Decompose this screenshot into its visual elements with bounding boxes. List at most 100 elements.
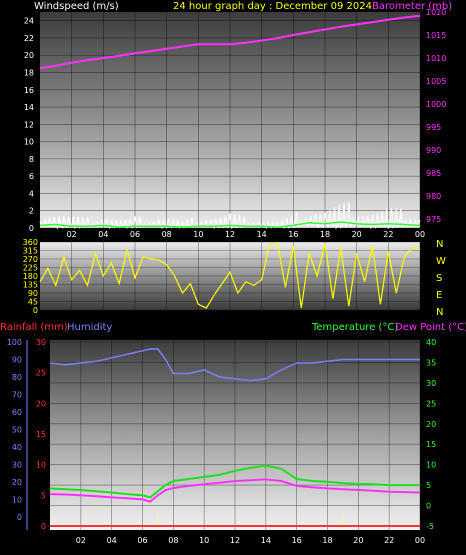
y-tick-label-direction: 0	[33, 306, 38, 315]
x-tick-label: 20	[352, 230, 362, 239]
x-tick-label: 20	[353, 536, 363, 545]
y-tick-label-rainfall: 25	[36, 369, 46, 378]
windspeed-axis: 024681012141618202224	[24, 17, 34, 233]
x-tick-label: 00	[415, 536, 425, 545]
x-tick-label: 00	[415, 230, 425, 239]
y-tick-label-direction: 135	[23, 281, 38, 290]
x-tick-label: 10	[193, 230, 203, 239]
y-tick-label-barometer: 1020	[426, 8, 446, 17]
weather-graph: Windspeed (m/s) 24 hour graph day : Dece…	[0, 1, 466, 545]
x-axis-ticks-top: 02 04 06 08 10 12 14 16 18 20 22 00	[67, 230, 426, 239]
y-tick-label-barometer: 1005	[426, 77, 446, 86]
y-tick-label-humidity: 60	[12, 408, 22, 417]
y-tick-label-barometer: 995	[426, 123, 441, 132]
y-tick-label-direction: 315	[23, 247, 38, 256]
x-tick-label: 22	[384, 536, 394, 545]
y-tick-label-humidity: 40	[12, 443, 22, 452]
humidity-axis-title: Humidity	[67, 322, 112, 333]
y-tick-label-direction: 225	[23, 264, 38, 273]
y-tick-label-humidity: 0	[17, 513, 22, 522]
x-tick-label: 14	[261, 536, 271, 545]
wind-barometer-panel: 024681012141618202224 975980985990995100…	[24, 8, 447, 233]
y-tick-label-barometer: 980	[426, 192, 441, 201]
x-tick-label: 04	[107, 536, 117, 545]
y-tick-label-windspeed: 16	[24, 86, 34, 95]
y-tick-label-barometer: 1010	[426, 54, 446, 63]
y-tick-label-temperature: 15	[426, 440, 436, 449]
compass-label-w: W	[436, 256, 446, 267]
y-tick-label-direction: 360	[23, 238, 38, 247]
y-tick-label-temperature: 0	[426, 502, 431, 511]
y-tick-label-windspeed: 4	[29, 189, 34, 198]
rainfall-axis: 0 5 10 15 20 25 30	[36, 338, 46, 531]
y-tick-label-windspeed: 18	[24, 68, 34, 77]
y-tick-label-windspeed: 10	[24, 138, 34, 147]
compass-label-n-top: N	[436, 239, 443, 250]
y-tick-label-direction: 45	[28, 298, 38, 307]
y-tick-label-temperature: 25	[426, 399, 436, 408]
y-tick-label-rainfall: 5	[41, 491, 46, 500]
y-tick-label-direction: 90	[28, 289, 38, 298]
y-tick-label-windspeed: 8	[29, 155, 34, 164]
x-tick-label: 18	[320, 230, 330, 239]
y-tick-label-windspeed: 6	[29, 172, 34, 181]
x-tick-label: 12	[225, 230, 235, 239]
y-tick-label-humidity: 80	[12, 373, 22, 382]
dew-point-axis-title: Dew Point (°C)	[395, 322, 466, 333]
rainfall-axis-title: Rainfall (mm)	[0, 322, 68, 333]
compass-label-n-bottom: N	[436, 307, 443, 318]
y-tick-label-temperature: -5	[426, 522, 434, 531]
y-tick-label-windspeed: 20	[24, 51, 34, 60]
y-tick-label-windspeed: 0	[29, 224, 34, 233]
y-tick-label-direction: 180	[23, 272, 38, 281]
x-tick-label: 14	[257, 230, 267, 239]
y-tick-label-humidity: 90	[12, 356, 22, 365]
y-tick-label-humidity: 100	[7, 338, 22, 347]
y-tick-label-barometer: 990	[426, 146, 441, 155]
y-tick-label-rainfall: 20	[36, 399, 46, 408]
y-tick-label-direction: 270	[23, 255, 38, 264]
y-tick-label-temperature: 30	[426, 379, 436, 388]
y-tick-label-rainfall: 30	[36, 338, 46, 347]
y-tick-label-humidity: 50	[12, 426, 22, 435]
y-tick-label-barometer: 1000	[426, 100, 446, 109]
temperature-axis-title: Temperature (°C)	[311, 322, 398, 333]
windspeed-axis-title: Windspeed (m/s)	[34, 1, 119, 12]
y-tick-label-barometer: 975	[426, 215, 441, 224]
y-tick-label-temperature: 10	[426, 461, 436, 470]
humidity-axis: 0 10 20 30 40 50 60 70 80 90 100	[7, 338, 28, 530]
direction-degrees-axis: 04590135180225270315360	[23, 238, 38, 315]
y-tick-label-windspeed: 2	[29, 207, 34, 216]
x-tick-label: 06	[137, 536, 147, 545]
y-tick-label-temperature: 20	[426, 420, 436, 429]
temperature-humidity-panel: 0 10 20 30 40 50 60 70 80 90 100 0 5 10 15 20 25 30 -5 0 5…	[7, 338, 436, 531]
x-tick-label: 16	[288, 230, 298, 239]
y-tick-label-windspeed: 12	[24, 120, 34, 129]
x-axis-ticks-bottom: 02 04 06 08 10 12 14 16 18 20 22 00	[76, 536, 425, 545]
x-tick-label: 08	[162, 230, 172, 239]
x-tick-label: 10	[199, 536, 209, 545]
y-tick-label-rainfall: 0	[41, 522, 46, 531]
x-tick-label: 02	[67, 230, 77, 239]
x-tick-label: 02	[76, 536, 86, 545]
y-tick-label-temperature: 5	[426, 481, 431, 490]
y-tick-label-barometer: 1015	[426, 31, 446, 40]
y-tick-label-windspeed: 22	[24, 34, 34, 43]
compass-label-e: E	[436, 290, 442, 301]
temperature-axis: -5 0 5 10 15 20 25 30 35 40	[426, 338, 436, 531]
chart-title: 24 hour graph day : December 09 2024	[173, 1, 372, 12]
x-tick-label: 04	[98, 230, 108, 239]
x-tick-label: 22	[383, 230, 393, 239]
y-tick-label-temperature: 40	[426, 338, 436, 347]
x-tick-label: 08	[168, 536, 178, 545]
x-tick-label: 06	[130, 230, 140, 239]
wind-direction-panel: 04590135180225270315360	[23, 238, 421, 315]
compass-axis: N W S E N	[436, 239, 446, 318]
x-tick-label: 18	[322, 536, 332, 545]
y-tick-label-barometer: 985	[426, 169, 441, 178]
y-tick-label-humidity: 10	[12, 496, 22, 505]
y-tick-label-temperature: 35	[426, 358, 436, 367]
y-tick-label-humidity: 20	[12, 478, 22, 487]
y-tick-label-humidity: 70	[12, 391, 22, 400]
x-tick-label: 12	[230, 536, 240, 545]
